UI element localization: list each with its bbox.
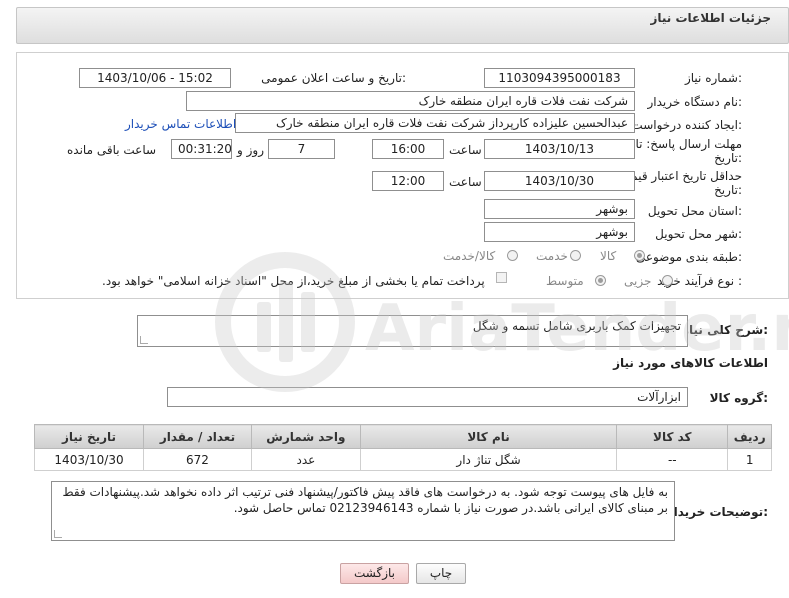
process-radio-minor[interactable] <box>662 275 673 286</box>
reply-time-label: ساعت <box>449 143 482 157</box>
buyer-notes-textarea[interactable]: به فایل های پیوست توجه شود. به درخواست ه… <box>51 481 675 541</box>
cell-goods-code: -- <box>616 448 729 471</box>
goods-section-title: اطلاعات کالاهای مورد نیاز <box>613 356 768 370</box>
back-button[interactable]: بازگشت <box>340 563 409 584</box>
page-title: جزئیات اطلاعات نیاز <box>650 11 771 25</box>
price-time-label: ساعت <box>449 175 482 189</box>
reply-time-field[interactable]: 16:00 <box>372 139 444 159</box>
remaining-time-field[interactable]: 00:31:20 <box>171 139 232 159</box>
reply-date-field[interactable]: 1403/10/13 <box>484 139 635 159</box>
announce-datetime-field[interactable]: 1403/10/06 - 15:02 <box>79 68 231 88</box>
buyer-org-field[interactable]: شرکت نفت فلات قاره ایران منطقه خارک <box>186 91 635 111</box>
col-goods-code: کد کالا <box>616 424 729 449</box>
province-field[interactable]: بوشهر <box>484 199 635 219</box>
price-date-field[interactable]: 1403/10/30 <box>484 171 635 191</box>
need-number-field[interactable]: 1103094395000183 <box>484 68 635 88</box>
creator-label: ایجاد کننده درخواست: <box>631 118 742 132</box>
need-number-label: شماره نیاز: <box>684 71 742 85</box>
summary-text: تجهیزات کمک باربری شامل تسمه و شگل <box>472 319 681 333</box>
cell-quantity: 672 <box>143 448 252 471</box>
category-goods-label: کالا <box>600 249 617 263</box>
col-row-number: ردیف <box>727 424 772 449</box>
col-unit: واحد شمارش <box>250 424 361 449</box>
cell-row-number: 1 <box>727 448 772 471</box>
summary-textarea[interactable]: تجهیزات کمک باربری شامل تسمه و شگل <box>137 315 688 347</box>
reply-deadline-label: مهلت ارسال پاسخ: تا <box>635 137 742 151</box>
print-button[interactable]: چاپ <box>416 563 466 584</box>
goods-table-header: ردیف کد کالا نام کالا واحد شمارش تعداد /… <box>33 424 772 449</box>
process-medium-label: متوسط <box>546 274 584 288</box>
city-label: شهر محل تحویل: <box>655 227 742 241</box>
goods-group-label: گروه کالا: <box>709 391 768 405</box>
resize-grip-icon[interactable] <box>140 336 148 344</box>
process-radio-medium[interactable] <box>595 275 606 286</box>
col-goods-name: نام کالا <box>359 424 618 449</box>
price-time-field[interactable]: 12:00 <box>372 171 444 191</box>
buyer-org-label: نام دستگاه خریدار: <box>647 95 743 109</box>
category-goods-service-label: کالا/خدمت <box>443 249 496 263</box>
creator-field[interactable]: عبدالحسین علیزاده کارپرداز شرکت نفت فلات… <box>235 113 635 133</box>
category-radio-goods[interactable] <box>634 250 645 261</box>
cell-goods-name: شگل تناژ دار <box>359 448 618 471</box>
category-service-label: خدمت <box>536 249 568 263</box>
resize-grip-icon[interactable] <box>54 530 62 538</box>
buyer-notes-text: به فایل های پیوست توجه شود. به درخواست ه… <box>62 485 668 515</box>
summary-label: شرح کلی نیاز: <box>682 323 768 337</box>
days-label: روز و <box>237 143 264 157</box>
col-need-date: تاریخ نیاز <box>33 424 145 449</box>
announce-datetime-label: تاریخ و ساعت اعلان عمومی: <box>261 71 406 85</box>
days-remaining-field[interactable]: 7 <box>268 139 335 159</box>
price-validity-date-label: تاریخ: <box>714 183 742 197</box>
col-quantity: تعداد / مقدار <box>143 424 252 449</box>
category-label: طبقه بندی موضوعی: <box>635 250 742 264</box>
remaining-time-label: ساعت باقی مانده <box>67 143 157 157</box>
buyer-contact-link[interactable]: اطلاعات تماس خریدار <box>125 117 236 131</box>
city-field[interactable]: بوشهر <box>484 222 635 242</box>
buyer-notes-label: توضیحات خریدار: <box>666 505 768 519</box>
goods-table: ردیف کد کالا نام کالا واحد شمارش تعداد /… <box>33 424 772 471</box>
cell-unit: عدد <box>250 448 361 471</box>
cell-need-date: 1403/10/30 <box>33 448 145 471</box>
category-radio-service[interactable] <box>570 250 581 261</box>
reply-deadline-date-label: تاریخ: <box>714 151 742 165</box>
province-label: استان محل تحویل: <box>647 204 742 218</box>
process-minor-label: جزیی <box>624 274 652 288</box>
treasury-payment-note: پرداخت تمام یا بخشی از مبلغ خرید،از محل … <box>102 274 485 288</box>
treasury-payment-checkbox[interactable] <box>496 272 507 283</box>
category-radio-goods-service[interactable] <box>507 250 518 261</box>
goods-group-field[interactable]: ابزارآلات <box>167 387 688 407</box>
table-row[interactable]: 1 -- شگل تناژ دار عدد 672 1403/10/30 <box>33 448 772 471</box>
